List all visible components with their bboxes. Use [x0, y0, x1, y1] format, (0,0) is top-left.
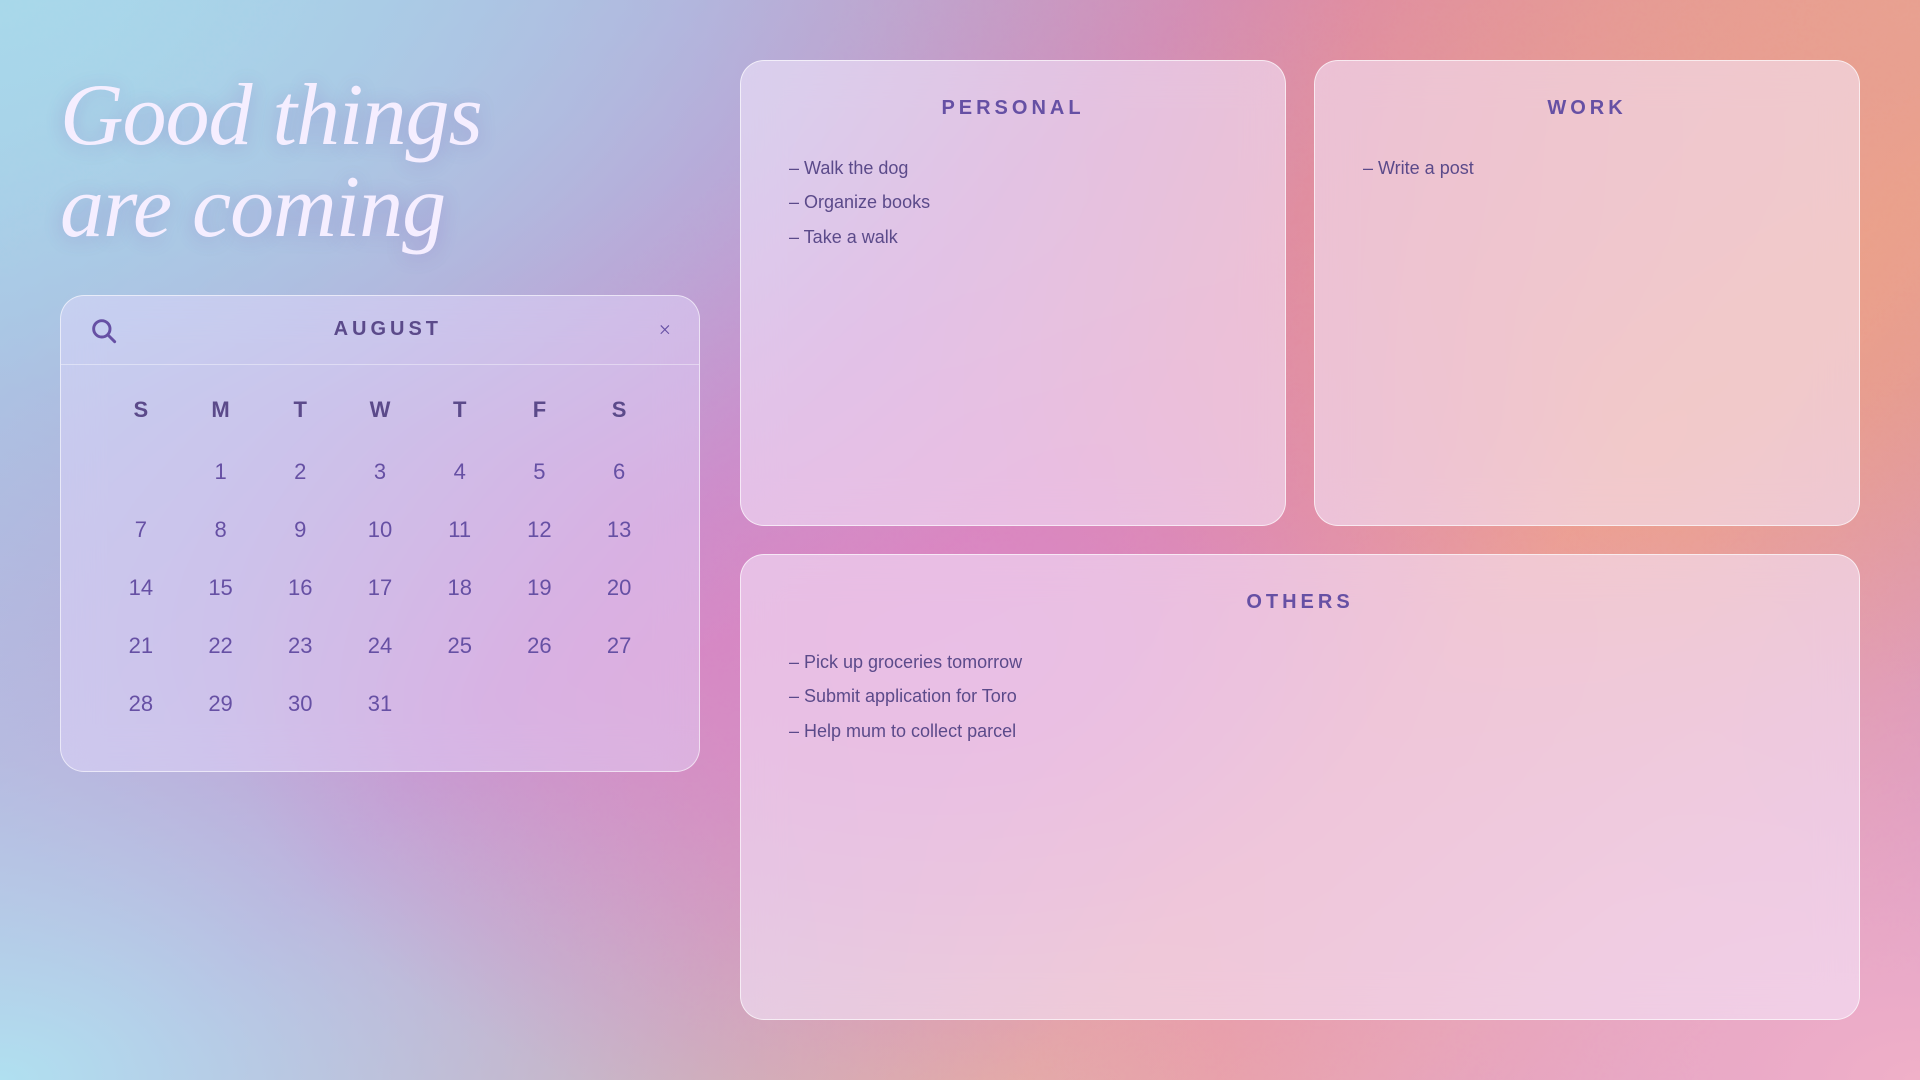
- calendar-day[interactable]: 13: [579, 503, 659, 557]
- calendar-day: 0: [420, 677, 500, 731]
- weekday-label: S: [579, 385, 659, 435]
- calendar-weekdays: SMTWTFS: [101, 385, 659, 435]
- weekday-label: T: [420, 385, 500, 435]
- calendar-day[interactable]: 17: [340, 561, 420, 615]
- list-item: – Take a walk: [789, 221, 1237, 253]
- calendar-days: 0123456789101112131415161718192021222324…: [101, 445, 659, 731]
- weekday-label: F: [500, 385, 580, 435]
- calendar-day[interactable]: 8: [181, 503, 261, 557]
- page-layout: Good things are coming AUGUST × SMTWTFS …: [0, 0, 1920, 1080]
- calendar-day[interactable]: 23: [260, 619, 340, 673]
- right-column: PERSONAL – Walk the dog– Organize books–…: [740, 60, 1860, 1020]
- calendar-day[interactable]: 30: [260, 677, 340, 731]
- personal-card: PERSONAL – Walk the dog– Organize books–…: [740, 60, 1286, 526]
- calendar-header: AUGUST ×: [61, 296, 699, 365]
- calendar-day: 0: [101, 445, 181, 499]
- left-column: Good things are coming AUGUST × SMTWTFS …: [60, 60, 700, 1020]
- work-card: WORK – Write a post: [1314, 60, 1860, 526]
- calendar-day[interactable]: 29: [181, 677, 261, 731]
- calendar-day[interactable]: 4: [420, 445, 500, 499]
- calendar-day[interactable]: 16: [260, 561, 340, 615]
- calendar-widget: AUGUST × SMTWTFS 01234567891011121314151…: [60, 295, 700, 772]
- calendar-day[interactable]: 25: [420, 619, 500, 673]
- weekday-label: M: [181, 385, 261, 435]
- calendar-day[interactable]: 9: [260, 503, 340, 557]
- calendar-day[interactable]: 6: [579, 445, 659, 499]
- calendar-day[interactable]: 28: [101, 677, 181, 731]
- list-item: – Walk the dog: [789, 152, 1237, 184]
- others-card-title: OTHERS: [789, 591, 1811, 614]
- calendar-day[interactable]: 31: [340, 677, 420, 731]
- weekday-label: T: [260, 385, 340, 435]
- calendar-day[interactable]: 21: [101, 619, 181, 673]
- calendar-day: 0: [500, 677, 580, 731]
- calendar-day[interactable]: 5: [500, 445, 580, 499]
- calendar-month-label: AUGUST: [334, 318, 442, 341]
- calendar-day[interactable]: 14: [101, 561, 181, 615]
- calendar-day[interactable]: 3: [340, 445, 420, 499]
- list-item: – Pick up groceries tomorrow: [789, 646, 1811, 678]
- search-icon: [89, 316, 117, 344]
- calendar-day[interactable]: 10: [340, 503, 420, 557]
- calendar-day[interactable]: 15: [181, 561, 261, 615]
- calendar-day[interactable]: 26: [500, 619, 580, 673]
- work-items-list: – Write a post: [1363, 152, 1811, 184]
- weekday-label: W: [340, 385, 420, 435]
- calendar-day[interactable]: 27: [579, 619, 659, 673]
- calendar-day[interactable]: 24: [340, 619, 420, 673]
- calendar-day[interactable]: 22: [181, 619, 261, 673]
- calendar-day: 0: [579, 677, 659, 731]
- others-items-list: – Pick up groceries tomorrow– Submit app…: [789, 646, 1811, 747]
- headline-line2: are coming: [60, 159, 445, 256]
- list-item: – Submit application for Toro: [789, 680, 1811, 712]
- calendar-day[interactable]: 7: [101, 503, 181, 557]
- headline: Good things are coming: [60, 60, 700, 255]
- personal-card-title: PERSONAL: [789, 97, 1237, 120]
- calendar-day[interactable]: 19: [500, 561, 580, 615]
- weekday-label: S: [101, 385, 181, 435]
- top-cards: PERSONAL – Walk the dog– Organize books–…: [740, 60, 1860, 526]
- calendar-day[interactable]: 11: [420, 503, 500, 557]
- headline-line1: Good things: [60, 67, 482, 164]
- calendar-grid: SMTWTFS 01234567891011121314151617181920…: [61, 365, 699, 741]
- list-item: – Help mum to collect parcel: [789, 715, 1811, 747]
- calendar-day[interactable]: 12: [500, 503, 580, 557]
- work-card-title: WORK: [1363, 97, 1811, 120]
- calendar-day[interactable]: 1: [181, 445, 261, 499]
- list-item: – Write a post: [1363, 152, 1811, 184]
- close-icon[interactable]: ×: [659, 317, 671, 343]
- calendar-day[interactable]: 20: [579, 561, 659, 615]
- calendar-day[interactable]: 18: [420, 561, 500, 615]
- calendar-day[interactable]: 2: [260, 445, 340, 499]
- personal-items-list: – Walk the dog– Organize books– Take a w…: [789, 152, 1237, 253]
- others-card: OTHERS – Pick up groceries tomorrow– Sub…: [740, 554, 1860, 1020]
- list-item: – Organize books: [789, 186, 1237, 218]
